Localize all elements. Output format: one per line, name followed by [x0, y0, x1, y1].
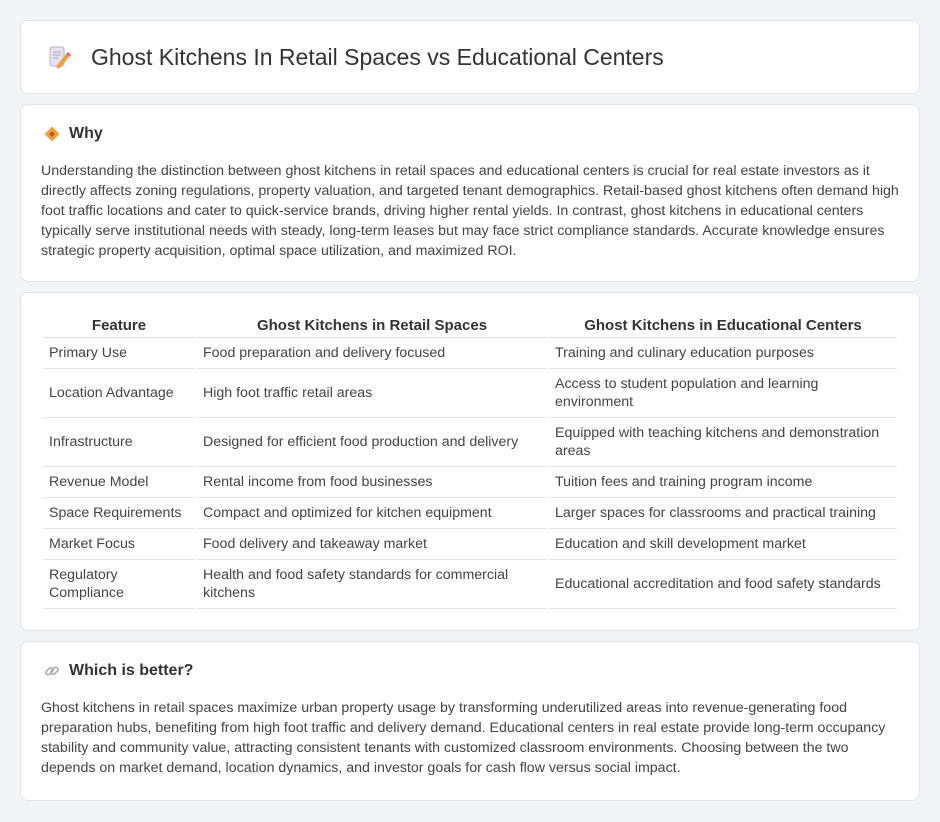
column-header-feature: Feature [43, 311, 195, 338]
table-row: Primary Use Food preparation and deliver… [43, 338, 897, 369]
why-section: Why Understanding the distinction betwee… [20, 104, 920, 282]
title-card: Ghost Kitchens In Retail Spaces vs Educa… [20, 20, 920, 94]
table-row: Regulatory Compliance Health and food sa… [43, 560, 897, 609]
educational-cell: Equipped with teaching kitchens and demo… [549, 418, 897, 467]
comparison-table: Feature Ghost Kitchens in Retail Spaces … [41, 311, 899, 609]
table-row: Infrastructure Designed for efficient fo… [43, 418, 897, 467]
feature-cell: Space Requirements [43, 498, 195, 529]
column-header-retail: Ghost Kitchens in Retail Spaces [197, 311, 547, 338]
table-row: Location Advantage High foot traffic ret… [43, 369, 897, 418]
educational-cell: Educational accreditation and food safet… [549, 560, 897, 609]
feature-cell: Infrastructure [43, 418, 195, 467]
retail-cell: High foot traffic retail areas [197, 369, 547, 418]
why-header: Why [41, 125, 899, 143]
feature-cell: Location Advantage [43, 369, 195, 418]
retail-cell: Food delivery and takeaway market [197, 529, 547, 560]
comparison-table-card: Feature Ghost Kitchens in Retail Spaces … [20, 292, 920, 631]
better-header: Which is better? [41, 662, 899, 680]
link-icon [43, 662, 61, 680]
feature-cell: Regulatory Compliance [43, 560, 195, 609]
table-row: Space Requirements Compact and optimized… [43, 498, 897, 529]
better-heading: Which is better? [69, 662, 194, 679]
why-heading: Why [69, 125, 103, 142]
table-row: Market Focus Food delivery and takeaway … [43, 529, 897, 560]
retail-cell: Food preparation and delivery focused [197, 338, 547, 369]
retail-cell: Rental income from food businesses [197, 467, 547, 498]
educational-cell: Larger spaces for classrooms and practic… [549, 498, 897, 529]
retail-cell: Compact and optimized for kitchen equipm… [197, 498, 547, 529]
educational-cell: Access to student population and learnin… [549, 369, 897, 418]
better-body: Ghost kitchens in retail spaces maximize… [41, 700, 886, 776]
column-header-educational: Ghost Kitchens in Educational Centers [549, 311, 897, 338]
page-title: Ghost Kitchens In Retail Spaces vs Educa… [91, 43, 664, 70]
table-row: Revenue Model Rental income from food bu… [43, 467, 897, 498]
diamond-warning-icon [43, 125, 61, 143]
educational-cell: Education and skill development market [549, 529, 897, 560]
feature-cell: Market Focus [43, 529, 195, 560]
feature-cell: Primary Use [43, 338, 195, 369]
why-body: Understanding the distinction between gh… [41, 163, 899, 259]
retail-cell: Designed for efficient food production a… [197, 418, 547, 467]
educational-cell: Tuition fees and training program income [549, 467, 897, 498]
document-pencil-icon [45, 43, 73, 71]
feature-cell: Revenue Model [43, 467, 195, 498]
table-header-row: Feature Ghost Kitchens in Retail Spaces … [43, 311, 897, 338]
educational-cell: Training and culinary education purposes [549, 338, 897, 369]
which-is-better-section: Which is better? Ghost kitchens in retai… [20, 641, 920, 801]
retail-cell: Health and food safety standards for com… [197, 560, 547, 609]
